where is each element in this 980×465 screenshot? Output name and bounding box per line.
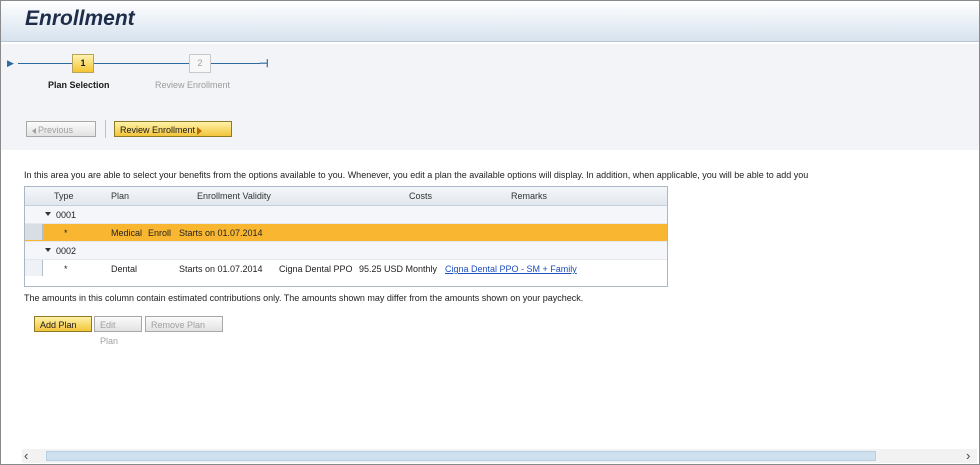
column-header-remarks[interactable]: Remarks <box>511 191 547 201</box>
roadmap-start-icon: ▶ <box>7 58 14 68</box>
group-row[interactable]: 0002 <box>25 242 667 260</box>
disclaimer-note: The amounts in this column contain estim… <box>24 293 584 303</box>
intro-text: In this area you are able to select your… <box>24 170 809 180</box>
table-row[interactable]: * Dental Starts on 01.07.2014 Cigna Dent… <box>25 260 667 277</box>
plans-table: Type Plan Enrollment Validity Costs Rema… <box>24 186 668 287</box>
add-plan-button[interactable]: Add Plan <box>34 316 92 332</box>
roadmap-step-2-label[interactable]: Review Enrollment <box>155 80 230 90</box>
roadmap-step-2[interactable]: 2 <box>189 54 211 73</box>
row-validity: Starts on 01.07.2014 <box>179 264 263 274</box>
row-plan: Dental <box>111 264 138 274</box>
column-header-plan[interactable]: Plan <box>111 191 129 201</box>
row-action[interactable]: Enroll <box>148 228 171 238</box>
group-code: 0001 <box>56 210 77 220</box>
table-header: Type Plan Enrollment Validity Costs Rema… <box>25 187 667 206</box>
arrow-left-icon <box>32 127 36 134</box>
row-validity: Starts on 01.07.2014 <box>179 228 263 238</box>
roadmap-line <box>93 63 189 64</box>
row-selector[interactable] <box>25 260 43 276</box>
row-type: * <box>64 264 68 274</box>
column-header-costs[interactable]: Costs <box>409 191 432 201</box>
row-selector[interactable] <box>25 224 43 240</box>
toolbar-separator <box>105 120 106 138</box>
roadmap-end-icon: ⊣ <box>259 58 269 70</box>
column-header-validity[interactable]: Enrollment Validity <box>197 191 271 201</box>
horizontal-scrollbar[interactable]: ‹ › <box>22 448 977 463</box>
edit-plan-button[interactable]: Edit Plan <box>94 316 142 346</box>
table-row[interactable]: * Medical Enroll Starts on 01.07.2014 <box>25 224 667 242</box>
review-enrollment-button[interactable]: Review Enrollment <box>114 121 232 137</box>
row-costs: 95.25 USD Monthly <box>359 264 438 274</box>
roadmap-step-1-label[interactable]: Plan Selection <box>48 80 110 90</box>
previous-button-label: Previous <box>38 125 74 135</box>
previous-button[interactable]: Previous <box>26 121 96 137</box>
page-header: Enrollment <box>1 1 979 42</box>
group-row[interactable]: 0001 <box>25 206 667 224</box>
remove-plan-button[interactable]: Remove Plan <box>145 316 223 332</box>
toolbar: Previous Review Enrollment <box>1 104 979 150</box>
row-plan: Medical <box>111 228 143 238</box>
page-title: Enrollment <box>25 7 135 30</box>
column-header-type[interactable]: Type <box>54 191 74 201</box>
scroll-right-icon[interactable]: › <box>966 448 970 463</box>
collapse-caret-icon[interactable] <box>45 248 51 252</box>
roadmap: ▶ ⊣ 1 2 Plan Selection Review Enrollment <box>1 44 979 104</box>
roadmap-line <box>18 63 72 64</box>
group-code: 0002 <box>56 246 77 256</box>
collapse-caret-icon[interactable] <box>45 212 51 216</box>
row-type: * <box>64 228 68 238</box>
review-enrollment-button-label: Review Enrollment <box>120 125 196 135</box>
scroll-thumb[interactable] <box>46 451 876 461</box>
arrow-right-icon <box>197 126 203 135</box>
roadmap-step-1[interactable]: 1 <box>72 54 94 73</box>
roadmap-line <box>210 63 260 64</box>
row-remarks-link[interactable]: Cigna Dental PPO - SM + Family <box>445 264 577 274</box>
scroll-left-icon[interactable]: ‹ <box>24 448 28 463</box>
row-option: Cigna Dental PPO <box>279 264 353 274</box>
